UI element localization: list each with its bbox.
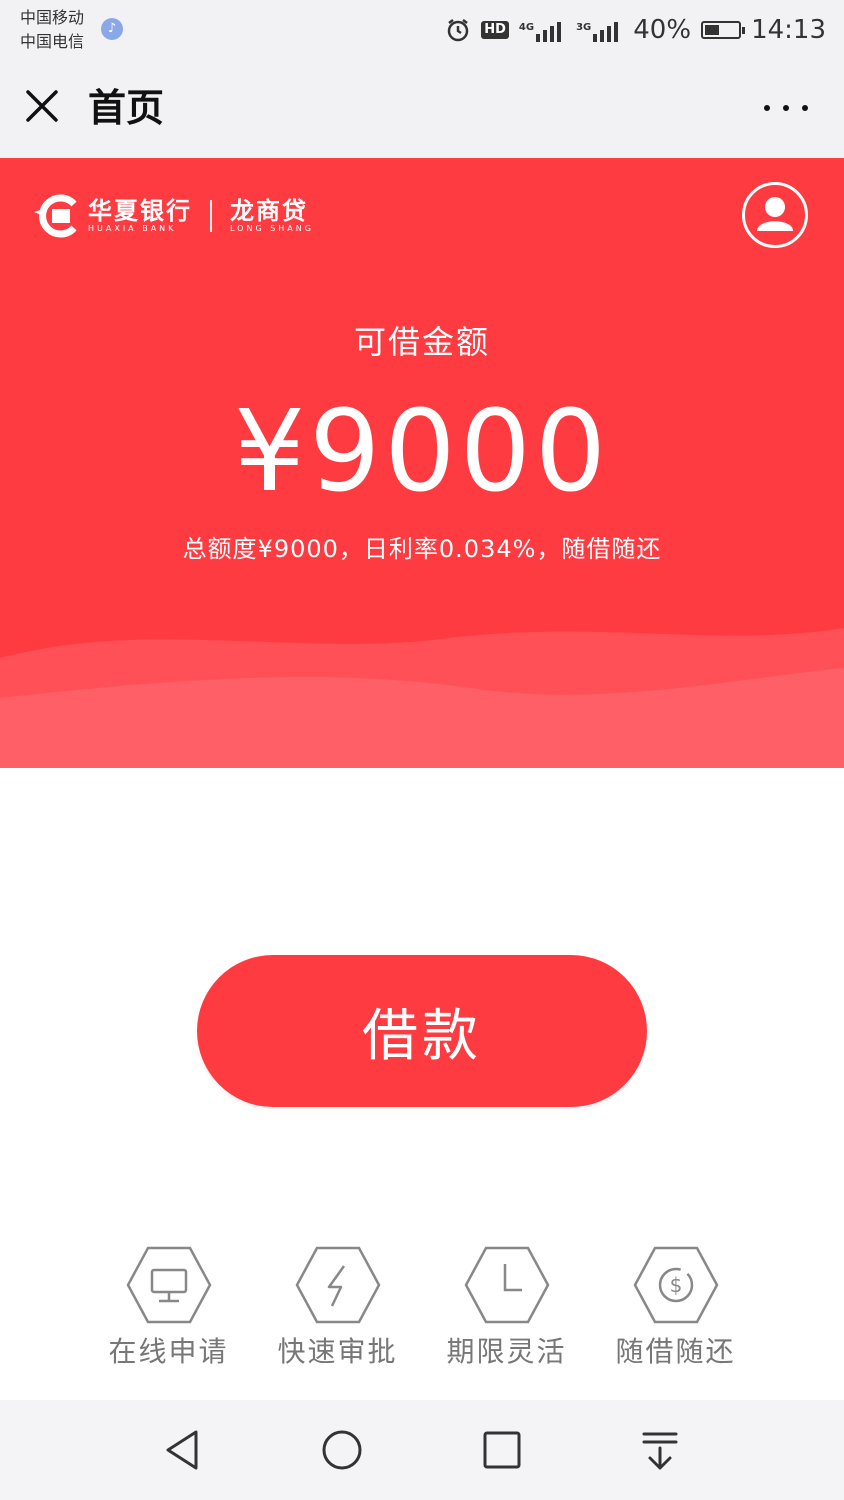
feature-flexible-term: 期限灵活 <box>422 1246 591 1386</box>
lightning-icon <box>295 1246 380 1324</box>
brand-logo: 华夏银行 HUAXIA BANK 龙商贷 LONG SHANG <box>34 194 314 238</box>
product-name-block: 龙商贷 LONG SHANG <box>230 198 314 234</box>
recents-icon <box>483 1431 521 1469</box>
product-name-en: LONG SHANG <box>230 224 314 233</box>
close-button[interactable] <box>22 86 62 126</box>
clock-time: 14:13 <box>751 15 826 45</box>
recents-button[interactable] <box>480 1428 524 1472</box>
more-icon-dot <box>783 105 789 111</box>
feature-label: 在线申请 <box>108 1335 229 1368</box>
more-icon-dot <box>802 105 808 111</box>
feature-online-apply: 在线申请 <box>84 1246 253 1386</box>
home-button[interactable] <box>320 1428 364 1472</box>
carrier-1: 中国移动 <box>20 8 85 27</box>
available-amount-label: 可借金额 <box>353 323 490 361</box>
network-type-2: 3G <box>576 22 592 33</box>
battery-percent: 40% <box>633 15 692 45</box>
feature-label: 随借随还 <box>615 1335 736 1368</box>
feature-fast-approval: 快速审批 <box>253 1246 422 1386</box>
status-bar: 中国移动 中国电信 ♪ HD 4G 3G 40% 14:13 <box>0 0 844 60</box>
signal-icon: 4G <box>519 18 566 42</box>
feature-label: 快速审批 <box>277 1335 398 1368</box>
navigation-bar: 首页 <box>0 60 844 158</box>
feature-list: 在线申请 快速审批 期限灵活 $ 随借随还 <box>84 1246 760 1386</box>
bank-name-block: 华夏银行 HUAXIA BANK <box>88 198 192 234</box>
more-icon-dot <box>764 105 770 111</box>
back-button[interactable] <box>160 1428 204 1472</box>
close-icon <box>26 90 58 122</box>
back-icon <box>166 1430 198 1470</box>
carrier-info: 中国移动 中国电信 <box>20 6 84 54</box>
credit-info: 总额度¥9000，日利率0.034%，随借随还 <box>182 535 662 563</box>
music-icon: ♪ <box>101 18 123 40</box>
hero-banner: 华夏银行 HUAXIA BANK 龙商贷 LONG SHANG 可借金额 ¥90… <box>0 158 844 768</box>
product-name: 龙商贷 <box>230 197 308 225</box>
huaxia-logo-icon <box>34 194 77 238</box>
carrier-2: 中国电信 <box>20 32 85 51</box>
notification-pull-icon <box>642 1432 678 1470</box>
network-type-1: 4G <box>518 22 535 33</box>
feature-label: 期限灵活 <box>446 1335 567 1368</box>
bank-name-en: HUAXIA BANK <box>88 224 177 233</box>
borrow-button[interactable]: 借款 <box>197 955 647 1107</box>
signal-icon-2: 3G <box>576 18 623 42</box>
user-icon <box>757 197 793 231</box>
svg-text:$: $ <box>669 1273 682 1297</box>
clock-icon <box>464 1246 549 1324</box>
alarm-icon <box>445 17 471 43</box>
bank-name: 华夏银行 <box>88 197 192 225</box>
brand-divider <box>210 200 212 232</box>
more-button[interactable] <box>764 90 808 126</box>
page-title: 首页 <box>88 86 165 130</box>
feature-borrow-anytime: $ 随借随还 <box>591 1246 760 1386</box>
hd-badge: HD <box>481 21 509 39</box>
system-navigation-bar <box>0 1400 844 1500</box>
user-avatar-button[interactable] <box>742 182 808 248</box>
status-indicators: HD 4G 3G 40% 14:13 <box>445 10 826 50</box>
available-amount: ¥9000 <box>233 387 611 517</box>
notification-pull-button[interactable] <box>638 1428 682 1472</box>
wave-decoration <box>0 628 844 768</box>
home-icon <box>322 1430 362 1470</box>
battery-icon <box>701 21 746 39</box>
monitor-icon <box>126 1246 211 1324</box>
coin-icon: $ <box>633 1246 718 1324</box>
